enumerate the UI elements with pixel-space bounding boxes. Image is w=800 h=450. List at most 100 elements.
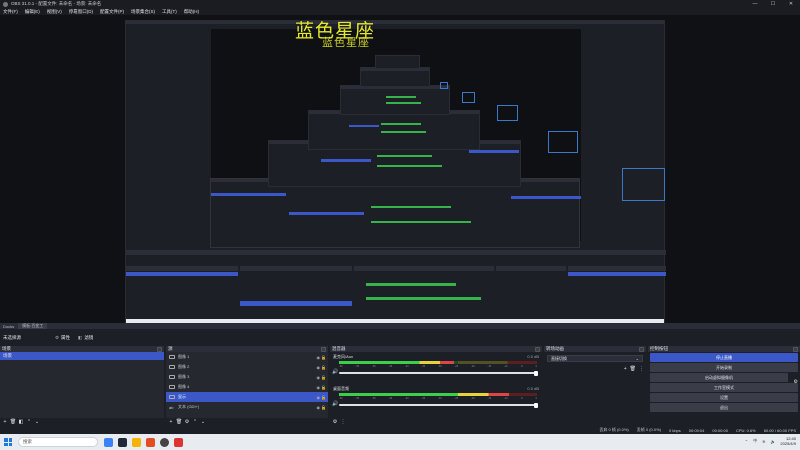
lock-icon[interactable]: 🔓 bbox=[321, 395, 326, 400]
add-icon[interactable]: + bbox=[2, 419, 8, 425]
source-item[interactable]: 图像 4 ◉ 🔓 bbox=[166, 382, 328, 392]
eye-icon[interactable]: ◉ bbox=[317, 395, 321, 400]
meter-tick-label: -30 bbox=[438, 365, 442, 368]
volume-slider-knob[interactable] bbox=[534, 370, 538, 376]
lock-icon[interactable]: 🔓 bbox=[321, 375, 326, 380]
meter-tick-label: -55 bbox=[355, 365, 360, 368]
gear-icon[interactable]: ⚙ bbox=[184, 419, 190, 425]
source-item[interactable]: 图像 1 ◉ 🔓 bbox=[166, 352, 328, 362]
settings-button[interactable]: 设置 bbox=[650, 393, 798, 402]
lock-icon[interactable]: 🔓 bbox=[321, 385, 326, 390]
meter-tick-label: -15 bbox=[487, 365, 492, 368]
source-item[interactable]: 图像 3 ◉ 🔓 bbox=[166, 372, 328, 382]
menu-file[interactable]: 文件(F) bbox=[3, 9, 18, 15]
speaker-icon[interactable]: 🔊 bbox=[332, 401, 338, 407]
more-icon[interactable]: ⋮ bbox=[639, 366, 644, 372]
meter-tick-label: -10 bbox=[504, 365, 508, 368]
eye-icon[interactable]: ◉ bbox=[317, 405, 321, 410]
meter-tick-label: -60 bbox=[339, 397, 343, 400]
steam-icon[interactable] bbox=[118, 437, 127, 447]
properties-button[interactable]: ⚙ 属性 bbox=[55, 335, 70, 341]
windows-start-icon[interactable] bbox=[4, 438, 12, 446]
meter-tick-label: -45 bbox=[388, 397, 393, 400]
dock-float-button[interactable] bbox=[793, 346, 798, 352]
no-source-selected-label: 未选择源 bbox=[3, 334, 21, 340]
more-icon[interactable]: ⋮ bbox=[340, 419, 346, 425]
stop-streaming-button[interactable]: 停止直播 bbox=[650, 353, 798, 362]
chevron-up-icon[interactable]: ⌃ bbox=[745, 439, 748, 444]
down-arrow-icon[interactable]: ⌄ bbox=[34, 419, 40, 425]
gear-icon[interactable]: ⚙ bbox=[794, 379, 798, 385]
volume-slider-knob[interactable] bbox=[534, 402, 538, 408]
selection-box[interactable] bbox=[622, 168, 665, 201]
menu-help[interactable]: 帮助(H) bbox=[184, 9, 199, 15]
lock-icon[interactable]: 🔓 bbox=[321, 365, 326, 370]
trash-icon[interactable]: 🗑 bbox=[176, 419, 182, 425]
start-recording-button[interactable]: 开始录制 bbox=[650, 363, 798, 372]
speaker-icon[interactable]: 🔊 bbox=[332, 369, 338, 375]
volume-slider[interactable] bbox=[339, 370, 538, 376]
language-indicator[interactable]: 中 bbox=[753, 438, 757, 444]
up-arrow-icon[interactable]: ⌃ bbox=[192, 419, 198, 425]
menu-tools[interactable]: 工具(T) bbox=[162, 9, 177, 15]
source-item[interactable]: ab 文本 (GDI+) ◉ 🔓 bbox=[166, 402, 328, 412]
studio-mode-button[interactable]: 工作室模式 bbox=[650, 383, 798, 392]
menu-docks[interactable]: 停靠窗口(D) bbox=[69, 9, 93, 15]
meter-ticks: -60 -55 -50 -45 -40 -35 -30 -25 -20 -15 -10 -5 0 bbox=[339, 397, 537, 400]
meter-tick-label: -40 bbox=[405, 365, 409, 368]
dock-float-button[interactable] bbox=[535, 346, 540, 352]
dock-tab-label[interactable]: Docks bbox=[3, 324, 14, 329]
preview-canvas[interactable]: 蓝色星座 蓝色星座 bbox=[0, 15, 800, 323]
eye-icon[interactable]: ◉ bbox=[317, 375, 321, 380]
meter-tick-label: 0 bbox=[535, 365, 537, 368]
menu-profile[interactable]: 配置文件(P) bbox=[100, 9, 124, 15]
close-icon[interactable]: ✕ bbox=[782, 0, 800, 8]
eye-icon[interactable]: ◉ bbox=[317, 385, 321, 390]
context-bar: 未选择源 ⚙ 属性 ◧ 滤镜 bbox=[0, 329, 800, 346]
lock-icon[interactable]: 🔓 bbox=[321, 405, 326, 410]
menu-scene-collection[interactable]: 场景集合(S) bbox=[131, 9, 155, 15]
speaker-icon[interactable]: 🔈 bbox=[770, 439, 775, 444]
window-title: OBS 31.0.1 - 配置文件: 未命名 - 场景: 未命名 bbox=[11, 1, 102, 6]
file-explorer-icon[interactable] bbox=[132, 437, 141, 447]
source-item[interactable]: 图像 2 ◉ 🔓 bbox=[166, 362, 328, 372]
transition-select[interactable]: 直接切换 ⌄ bbox=[547, 355, 643, 362]
filter-icon[interactable]: ◧ bbox=[18, 419, 24, 425]
eye-icon[interactable]: ◉ bbox=[317, 355, 321, 360]
source-item-selected[interactable]: 显示 ◉ 🔓 bbox=[166, 392, 328, 402]
menu-view[interactable]: 视图(V) bbox=[47, 9, 62, 15]
taskbar-search-input[interactable]: 搜索 bbox=[18, 437, 98, 447]
app-icon[interactable] bbox=[174, 437, 183, 447]
gear-icon[interactable]: ⚙ bbox=[332, 419, 338, 425]
meter-tick-label: -60 bbox=[339, 365, 343, 368]
eye-icon[interactable]: ◉ bbox=[317, 365, 321, 370]
system-tray: ⌃ 中 ≋ 🔈 12:40 2025/4/9 bbox=[740, 436, 796, 446]
trash-icon[interactable]: 🗑 bbox=[10, 419, 16, 425]
scene-item[interactable]: 场景 bbox=[0, 352, 164, 360]
lock-icon[interactable]: 🔓 bbox=[321, 355, 326, 360]
dock-float-button[interactable] bbox=[157, 346, 162, 352]
minimize-icon[interactable]: — bbox=[746, 0, 764, 8]
trash-icon[interactable]: 🗑 bbox=[630, 366, 636, 372]
filters-button[interactable]: ◧ 滤镜 bbox=[78, 335, 93, 341]
maximize-icon[interactable]: ☐ bbox=[764, 0, 782, 8]
add-icon[interactable]: + bbox=[168, 419, 174, 425]
clock[interactable]: 12:40 2025/4/9 bbox=[780, 436, 796, 446]
down-arrow-icon[interactable]: ⌄ bbox=[200, 419, 206, 425]
dock-float-button[interactable] bbox=[321, 346, 326, 352]
exit-button[interactable]: 退出 bbox=[650, 403, 798, 412]
title-bar: OBS 31.0.1 - 配置文件: 未命名 - 场景: 未命名 — ☐ ✕ bbox=[0, 0, 800, 8]
start-virtual-camera-button[interactable]: 启动虚拟摄像机 bbox=[650, 373, 788, 382]
obs-taskbar-icon[interactable] bbox=[160, 437, 169, 447]
up-arrow-icon[interactable]: ⌃ bbox=[26, 419, 32, 425]
menu-edit[interactable]: 编辑(E) bbox=[25, 9, 40, 15]
audio-mixer-dock: 混音器 麦克风/Aux 0.0 dB -60 -55 -50 -45 -40 -35 -30… bbox=[330, 346, 542, 426]
add-icon[interactable]: + bbox=[624, 366, 627, 372]
record-time-text: 00:00:00 bbox=[712, 427, 728, 433]
app-icon[interactable] bbox=[146, 437, 155, 447]
volume-slider[interactable] bbox=[339, 402, 538, 408]
dock-float-button[interactable] bbox=[639, 346, 644, 352]
selection-box-echo bbox=[548, 131, 578, 153]
wifi-icon[interactable]: ≋ bbox=[762, 439, 765, 444]
edge-browser-icon[interactable] bbox=[104, 437, 113, 447]
